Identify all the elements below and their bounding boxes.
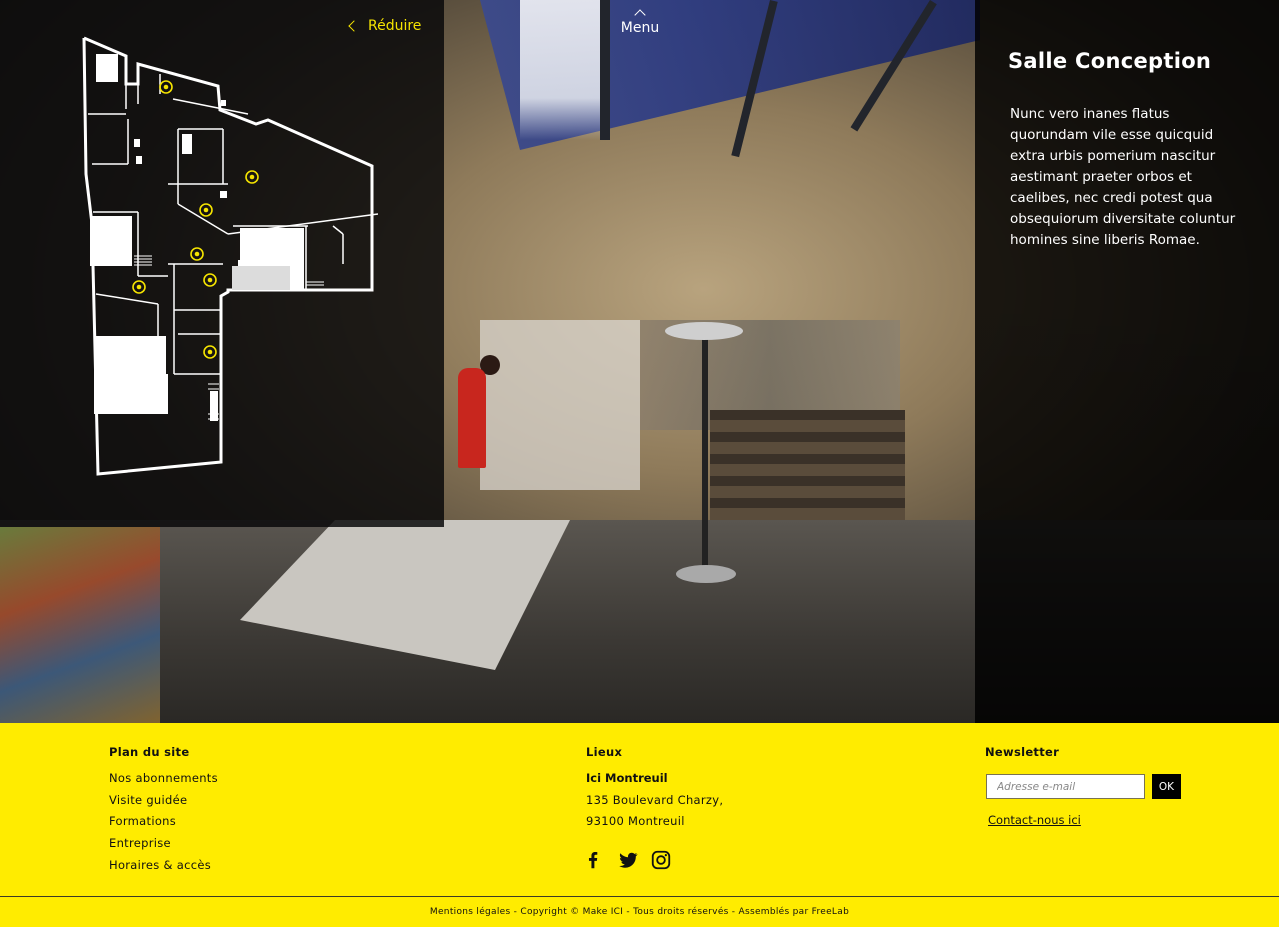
sitemap-link[interactable]: Formations bbox=[109, 814, 218, 836]
chevron-left-icon bbox=[348, 20, 360, 32]
reduce-label: Réduire bbox=[368, 18, 422, 34]
reduce-button[interactable]: Réduire bbox=[348, 18, 422, 34]
place-name: Ici Montreuil bbox=[586, 771, 668, 785]
sitemap-link[interactable]: Visite guidée bbox=[109, 793, 218, 815]
address-line-1: 135 Boulevard Charzy, bbox=[586, 793, 724, 807]
photo-pallet bbox=[710, 410, 905, 520]
footer: Plan du site Nos abonnements Visite guid… bbox=[0, 723, 1279, 927]
instagram-icon[interactable] bbox=[650, 849, 672, 871]
room-title: Salle Conception bbox=[1008, 49, 1212, 73]
sitemap-links: Nos abonnements Visite guidée Formations… bbox=[109, 771, 218, 879]
chevron-up-icon bbox=[634, 9, 646, 21]
twitter-icon[interactable] bbox=[616, 849, 638, 871]
menu-label: Menu bbox=[620, 20, 660, 36]
address-line-2: 93100 Montreuil bbox=[586, 814, 685, 828]
sitemap-title: Plan du site bbox=[109, 745, 190, 759]
contact-link[interactable]: Contact-nous ici bbox=[988, 813, 1081, 827]
footer-legal: Mentions légales - Copyright © Make ICI … bbox=[0, 896, 1279, 927]
sitemap-link[interactable]: Entreprise bbox=[109, 836, 218, 858]
facebook-icon[interactable] bbox=[582, 849, 604, 871]
hero-panorama[interactable]: Réduire Menu Salle Conception Nunc vero … bbox=[0, 0, 1279, 723]
photo-person bbox=[458, 368, 486, 468]
photo-heater-base bbox=[676, 565, 736, 583]
sitemap-link[interactable]: Nos abonnements bbox=[109, 771, 218, 793]
photo-heater-pole bbox=[702, 335, 708, 575]
room-description: Nunc vero inanes flatus quorundam vile e… bbox=[1010, 106, 1236, 248]
email-input[interactable] bbox=[986, 774, 1145, 799]
photo-beam bbox=[600, 0, 610, 140]
photo-white-wall bbox=[480, 320, 640, 490]
newsletter-ok-button[interactable]: OK bbox=[1152, 774, 1181, 799]
photo-skylight-glow bbox=[520, 0, 610, 140]
photo-heater-cap bbox=[665, 322, 743, 340]
social-links bbox=[582, 849, 672, 871]
floorplan-map bbox=[82, 36, 378, 476]
menu-button[interactable]: Menu bbox=[612, 8, 668, 36]
places-title: Lieux bbox=[586, 745, 623, 759]
sitemap-link[interactable]: Horaires & accès bbox=[109, 858, 218, 880]
photo-left-artwork bbox=[0, 527, 160, 723]
newsletter-title: Newsletter bbox=[985, 745, 1060, 759]
room-info-fade bbox=[975, 250, 1279, 723]
